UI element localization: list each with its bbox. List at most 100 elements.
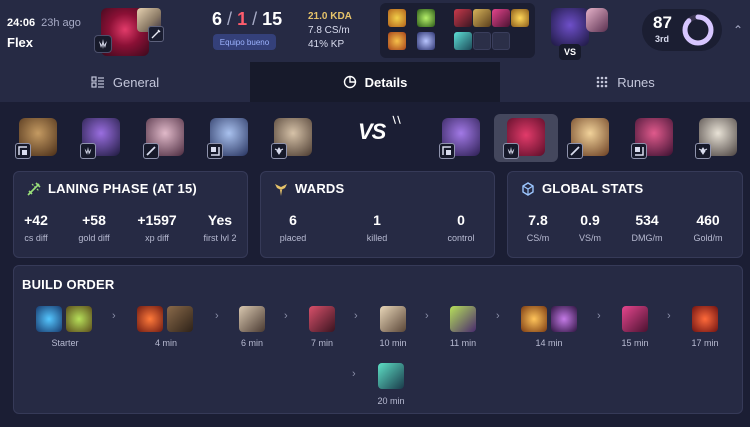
stat-value: 534 [635,212,659,228]
build-item-icon[interactable] [378,363,404,389]
performance-score: 87 [653,13,672,32]
top-role-icon [15,143,31,159]
build-arrow-icon: › [112,310,116,322]
opponent-secondary-portrait [586,8,608,32]
match-tabs: General Details Runes [0,62,750,102]
support-role-icon [271,143,287,159]
control-wards-stat: 0 control [431,212,491,243]
build-item-icon[interactable] [521,306,547,332]
jungle-role-icon [80,143,96,159]
kda-separator: / [227,9,233,29]
stat-value: 1 [373,212,381,228]
kills: 6 [212,9,223,29]
kda-ratio: 21.0 KDA [308,11,352,22]
stat-label: control [447,233,475,243]
starter-item-icon[interactable] [36,306,62,332]
global-stats-card: GLOBAL STATS 7.8 CS/m 0.9 VS/m 534 DMG/m… [507,171,743,258]
jungle-role-icon [94,35,112,53]
cs-per-min-stat: 7.8 CS/m [508,212,568,243]
kda-score: 6 / 1 / 15 [212,9,282,30]
item-slot-icon[interactable] [473,9,491,27]
build-step-time: 20 min [377,396,405,406]
laning-phase-card: LANING PHASE (AT 15) +42 cs diff +58 gol… [13,171,248,258]
xp-diff-stat: +1597 xp diff [127,212,187,243]
build-step-time: 6 min [240,338,263,348]
versus-sparks-icon: ∖∖ [391,115,402,125]
stat-label: VS/m [578,233,601,243]
vs-badge: VS [559,44,581,60]
mid-role-icon [567,143,583,159]
build-step-time: 11 min [449,338,477,348]
stat-label: DMG/m [631,233,663,243]
match-meta: 24:06 23h ago Flex [7,13,81,50]
build-item-icon[interactable] [622,306,648,332]
match-header[interactable]: 24:06 23h ago Flex 6 / 1 / 15 Equipo buen… [0,0,750,62]
stat-value: +42 [24,212,48,228]
sword-rune-icon [148,26,164,42]
build-item-icon[interactable] [450,306,476,332]
stat-value: +1597 [137,212,177,228]
laning-phase-title: LANING PHASE (AT 15) [48,181,197,196]
wards-placed-stat: 6 placed [263,212,323,243]
trinket-icon[interactable] [511,9,529,27]
stat-label: CS/m [526,233,550,243]
support-role-icon [695,143,711,159]
build-arrow-icon: › [425,310,429,322]
cs-diff-stat: +42 cs diff [6,212,66,243]
rune-keystone-icon[interactable] [417,9,435,27]
starter-item-icon[interactable] [66,306,92,332]
item-slot-icon[interactable] [492,9,510,27]
build-item-icon[interactable] [167,306,193,332]
wards-title: WARDS [295,181,345,196]
build-arrow-icon: › [597,310,601,322]
kill-participation: 41% KP [308,39,345,50]
collapse-chevron-icon[interactable]: ⌃ [733,23,743,37]
bot-role-icon [631,143,647,159]
score-ring-fill [682,14,714,46]
kda-stats: 21.0 KDA 7.8 CS/m 41% KP [308,10,352,52]
build-item-icon[interactable] [380,306,406,332]
summoner-spell-smite-icon[interactable] [388,32,406,50]
build-step-time: Starter [51,338,79,348]
tab-details[interactable]: Details [250,62,500,102]
tab-runes[interactable]: Runes [500,62,750,102]
match-duration: 24:06 [7,17,36,29]
gold-per-min-stat: 460 Gold/m [678,212,738,243]
assists: 15 [262,9,283,29]
versus-label: VS [358,119,386,144]
build-arrow-icon: › [496,310,500,322]
deaths: 1 [237,9,248,29]
build-item-icon[interactable] [309,306,335,332]
jungle-role-icon [503,143,519,159]
wards-killed-stat: 1 killed [347,212,407,243]
summoner-spell-flash-icon[interactable] [388,9,406,27]
build-item-icon[interactable] [692,306,718,332]
build-arrow-icon: › [354,310,358,322]
build-step-time: 17 min [691,338,719,348]
tab-runes-label: Runes [617,74,655,90]
build-item-icon[interactable] [239,306,265,332]
pie-chart-icon [343,75,356,89]
build-arrow-icon: › [667,310,671,322]
queue-type: Flex [7,35,34,50]
item-slot-icon[interactable] [454,9,472,27]
item-slot-icon[interactable] [454,32,472,50]
build-item-icon[interactable] [137,306,163,332]
build-order-card: BUILD ORDER Starter › 4 min › 6 min › 7 … [13,265,743,414]
rune-secondary-icon[interactable] [417,32,435,50]
empty-item-slot [492,32,510,50]
list-icon [91,76,104,88]
team-badge: Equipo bueno [213,34,276,50]
kda-separator: / [252,9,258,29]
laning-swords-icon [27,182,41,196]
build-arrow-icon: › [352,368,356,380]
empty-item-slot [473,32,491,50]
ward-icon [275,184,287,196]
stat-label: killed [366,233,388,243]
build-item-icon[interactable] [551,306,577,332]
stat-label: gold diff [78,233,110,243]
stat-label: Gold/m [693,233,723,243]
stat-value: +58 [82,212,106,228]
build-order-title: BUILD ORDER [22,277,115,292]
tab-general[interactable]: General [0,62,250,102]
